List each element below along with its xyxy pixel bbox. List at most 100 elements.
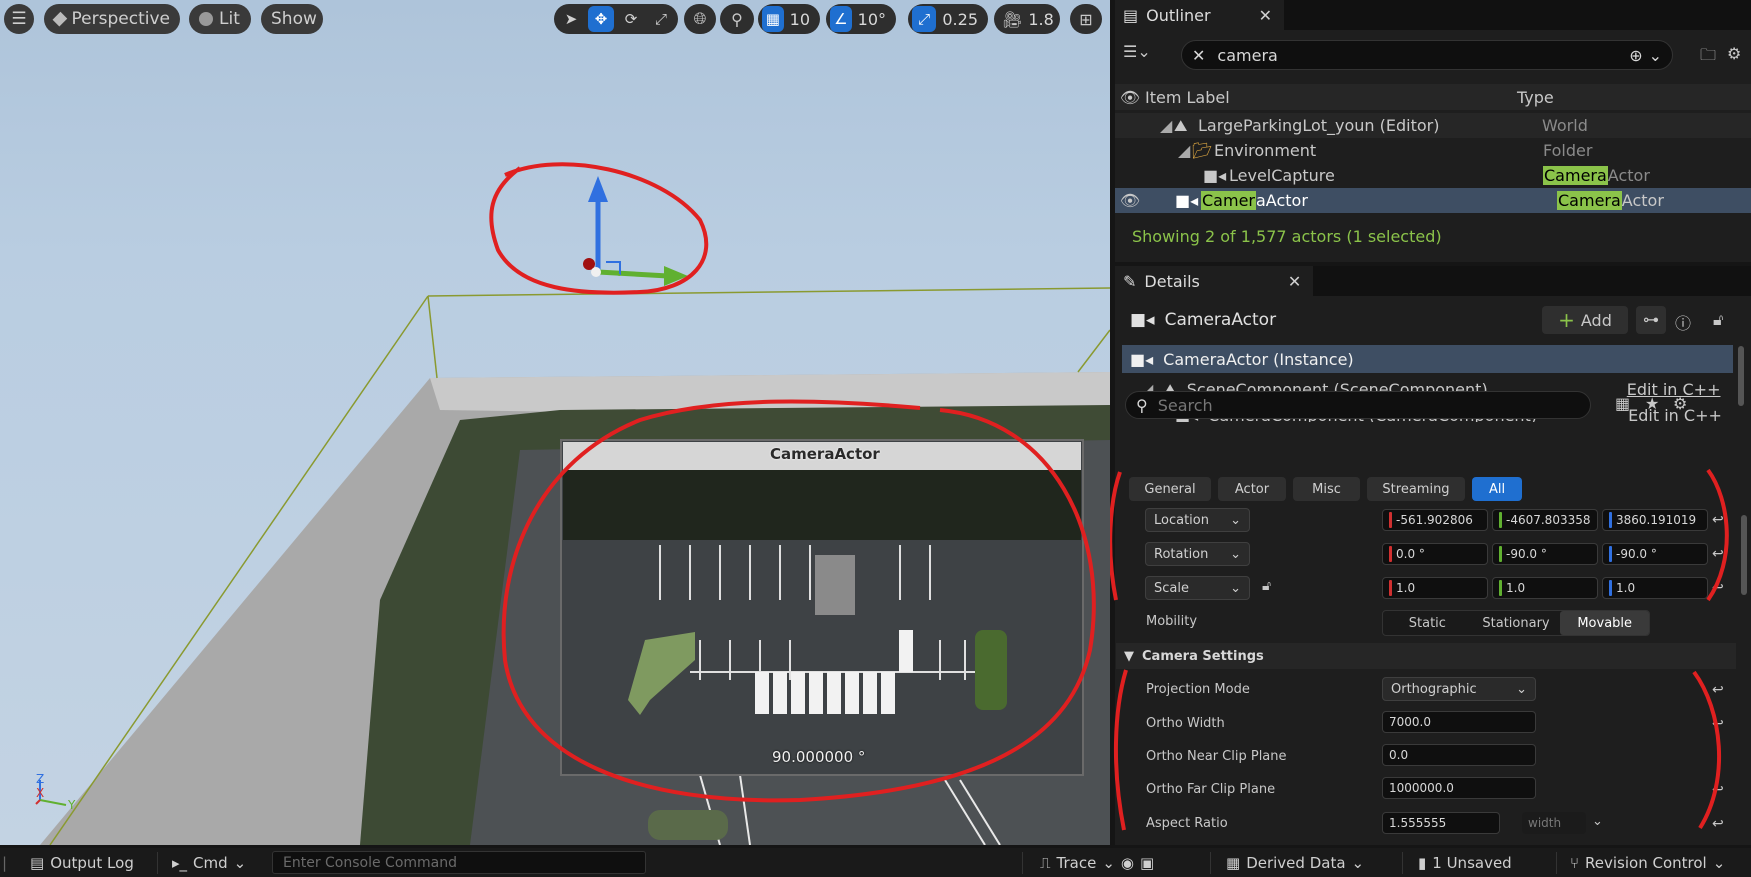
add-component-button[interactable]: + Add: [1542, 306, 1628, 334]
record-icon: ◉: [1120, 854, 1134, 872]
new-folder-button[interactable]: 🗀: [1700, 44, 1716, 71]
derived-data-dropdown[interactable]: ▦ Derived Data ⌄: [1226, 854, 1364, 872]
blueprint-button[interactable]: ⊶: [1636, 306, 1666, 334]
details-tab[interactable]: ✎ Details ✕: [1115, 266, 1314, 296]
viewport-menu-button[interactable]: ☰: [4, 4, 34, 34]
rotation-snap-toggle[interactable]: ∠: [830, 6, 852, 32]
collapse-icon[interactable]: ◢: [1160, 116, 1174, 135]
component-scrollbar[interactable]: [1738, 346, 1744, 406]
search-icon: ⚲: [1136, 395, 1148, 415]
grid-snap-group[interactable]: ▦ 10: [758, 4, 820, 34]
axis-x-label: X: [36, 786, 45, 800]
output-log-button[interactable]: ▤ Output Log: [30, 854, 134, 872]
scale-tool[interactable]: ⤢: [648, 6, 674, 32]
tree-row[interactable]: ■◂ LevelCapture CameraActor: [1115, 163, 1751, 188]
details-search-input[interactable]: Search: [1158, 396, 1213, 415]
trace-icon: ⎍: [1040, 854, 1051, 872]
output-log-label: Output Log: [50, 854, 134, 872]
tree-row-type: World: [1542, 116, 1588, 135]
filter-button[interactable]: ☰⌄: [1123, 42, 1151, 61]
scale-snap-toggle[interactable]: ⤢: [912, 6, 937, 32]
scale-snap-group[interactable]: ⤢ 0.25: [908, 4, 988, 34]
component-instance-row[interactable]: ■◂ CameraActor (Instance): [1122, 345, 1733, 373]
col-type[interactable]: Type: [1505, 88, 1554, 107]
annotation-strokes: [1110, 468, 1729, 831]
revision-control-dropdown[interactable]: ⑂ Revision Control ⌄: [1570, 854, 1725, 872]
filter-icon: ☰⌄: [1123, 42, 1151, 61]
derived-data-label: Derived Data: [1246, 854, 1346, 872]
outliner-settings-button[interactable]: ⚙: [1727, 44, 1741, 63]
trace-dropdown[interactable]: ⎍ Trace ⌄ ◉ ▣: [1040, 854, 1154, 872]
camera-speed-value[interactable]: 1.8: [1026, 10, 1059, 29]
actor-header: ■◂ CameraActor: [1130, 310, 1276, 330]
database-icon: ▦: [1226, 854, 1241, 872]
perspective-button[interactable]: Perspective: [44, 4, 180, 34]
outliner-status: Showing 2 of 1,577 actors (1 selected): [1132, 227, 1442, 246]
cmd-dropdown[interactable]: ▸_ Cmd ⌄: [172, 854, 246, 872]
details-settings-button[interactable]: ⚙: [1673, 394, 1687, 413]
tree-row-label: LevelCapture: [1229, 166, 1335, 185]
globe-icon: 🌐︎: [693, 9, 707, 28]
trace-label: Trace: [1056, 854, 1097, 872]
translate-tool[interactable]: ✥: [588, 6, 614, 32]
scale-icon: ⤢: [654, 10, 667, 28]
tree-row-type: CameraActor: [1543, 166, 1650, 185]
axis-z-label: Z: [36, 772, 45, 786]
tree-row[interactable]: ◢ ⛰︎ LargeParkingLot_youn (Editor) World: [1115, 113, 1751, 138]
select-tool[interactable]: ➤: [558, 6, 584, 32]
outliner-search-input[interactable]: camera: [1217, 46, 1629, 65]
preview-title: CameraActor: [770, 445, 880, 463]
close-icon[interactable]: ✕: [1288, 272, 1301, 291]
lock-button[interactable]: 🔓︎: [1713, 310, 1723, 330]
help-button[interactable]: ⓘ: [1675, 310, 1691, 334]
grid-snap-toggle[interactable]: ▦: [762, 6, 784, 32]
pencil-icon: ✎: [1123, 271, 1137, 291]
camera-speed-group[interactable]: 🎥︎ 1.8: [994, 4, 1060, 34]
preview-angle: 90.000000 °: [772, 748, 866, 766]
close-icon[interactable]: ✕: [1259, 6, 1272, 25]
show-label: Show: [271, 9, 317, 29]
tree-row[interactable]: ◢ 📂︎ Environment Folder: [1115, 138, 1751, 163]
level-viewport[interactable]: Z X Y CameraActor 90.000000 ° ☰ Perspect…: [0, 0, 1110, 845]
chevron-down-icon[interactable]: ⌄: [1649, 46, 1672, 65]
outliner-tab[interactable]: ▤ Outliner ✕: [1115, 0, 1284, 30]
tree-row-label: LargeParkingLot_youn (Editor): [1198, 116, 1440, 135]
world-local-toggle[interactable]: 🌐︎: [684, 4, 716, 34]
grid-snap-value[interactable]: 10: [788, 10, 816, 29]
tree-row-selected[interactable]: 👁︎ ■◂ CameraActor CameraActor: [1115, 188, 1751, 213]
outliner-header: 👁︎ Item Label Type: [1115, 84, 1751, 110]
add-icon[interactable]: ⊕: [1629, 46, 1648, 65]
help-icon: ⓘ: [1675, 314, 1692, 333]
rotate-tool[interactable]: ⟳: [618, 6, 644, 32]
chevron-down-icon: ⌄: [1102, 854, 1115, 872]
lit-button[interactable]: Lit: [189, 4, 251, 34]
camera-icon: 🎥︎: [1002, 9, 1023, 29]
table-view-button[interactable]: ▦: [1615, 394, 1630, 413]
viewport-layout-button[interactable]: ⊞: [1070, 4, 1102, 34]
collapse-icon[interactable]: ◢: [1178, 141, 1192, 160]
clear-search-icon[interactable]: ✕: [1182, 46, 1217, 65]
camera-actor-icon: ■◂: [1130, 349, 1154, 369]
star-icon: ★: [1645, 394, 1660, 413]
surface-snap-button[interactable]: ⚲: [720, 4, 754, 34]
rotation-snap-group[interactable]: ∠ 10°: [826, 4, 896, 34]
eye-icon[interactable]: 👁︎: [1115, 191, 1145, 210]
details-search[interactable]: ⚲ Search: [1125, 391, 1591, 419]
branch-icon: ⑂: [1570, 854, 1580, 872]
scale-snap-value[interactable]: 0.25: [940, 10, 984, 29]
rotation-snap-value[interactable]: 10°: [856, 10, 892, 29]
console-input[interactable]: Enter Console Command: [272, 851, 646, 874]
favorites-button[interactable]: ★: [1645, 394, 1659, 413]
tree-row-label: CameraActor: [1201, 191, 1308, 210]
show-button[interactable]: Show: [261, 4, 323, 34]
col-item-label[interactable]: Item Label: [1145, 88, 1505, 107]
hierarchy-icon: ⊶: [1643, 310, 1659, 329]
eye-icon[interactable]: 👁︎: [1115, 88, 1145, 107]
axis-y-label: Y: [68, 798, 76, 812]
unsaved-button[interactable]: ▮ 1 Unsaved: [1418, 854, 1512, 872]
outliner-search[interactable]: ✕ camera ⊕ ⌄: [1181, 40, 1673, 70]
scale-snap-icon: ⤢: [918, 10, 931, 28]
drawer-handle[interactable]: |: [2, 854, 7, 872]
lit-label: Lit: [219, 9, 240, 29]
log-icon: ▤: [30, 854, 45, 872]
